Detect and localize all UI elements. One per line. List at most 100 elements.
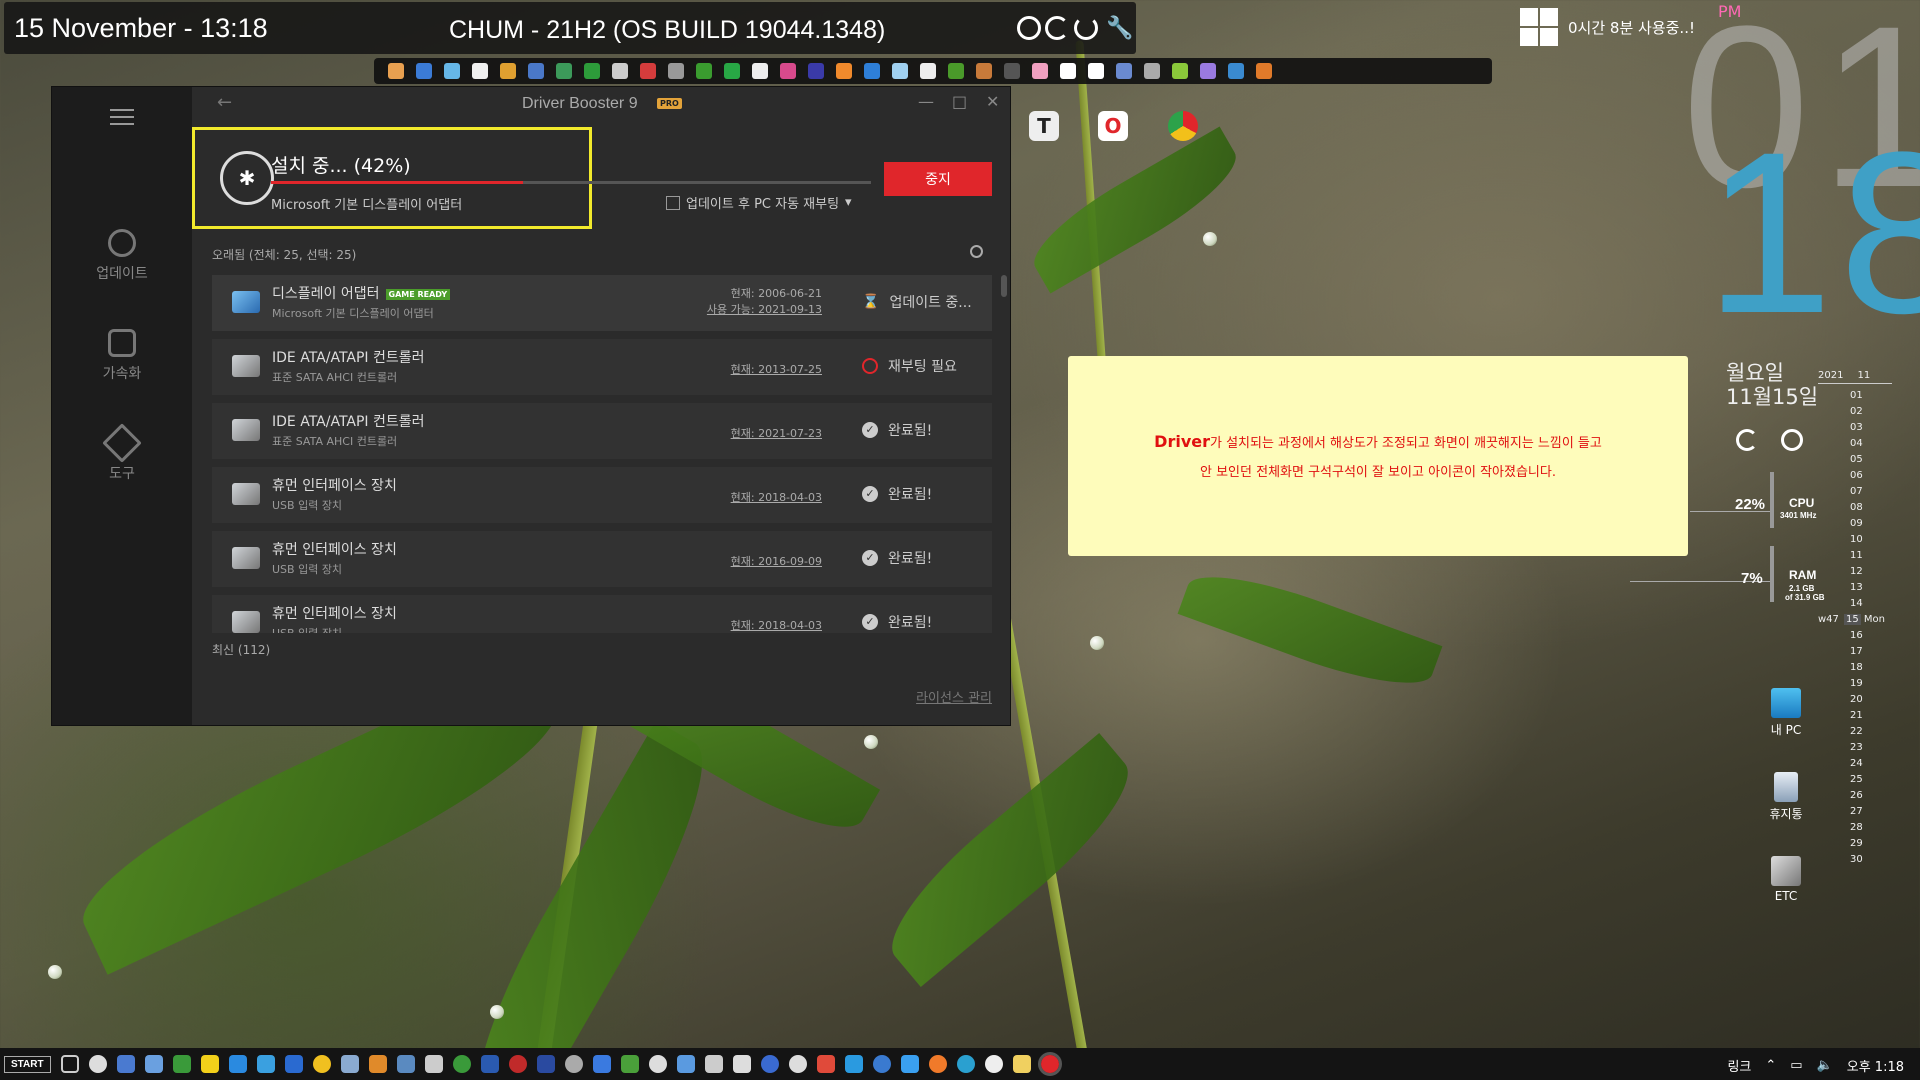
- info-icon[interactable]: [1017, 16, 1041, 40]
- app-icon[interactable]: [1256, 63, 1272, 79]
- app-icon[interactable]: [956, 1055, 975, 1073]
- wrench-icon[interactable]: 🔧: [1106, 16, 1133, 41]
- driver-row[interactable]: 휴먼 인터페이스 장치 USB 입력 장치 현재: 2018-04-03 ✓ 완료…: [212, 467, 992, 523]
- auto-reboot-checkbox[interactable]: [666, 195, 680, 210]
- app-icon[interactable]: [696, 63, 712, 79]
- app-icon[interactable]: [648, 1055, 667, 1073]
- app-icon[interactable]: [612, 63, 628, 79]
- app-icon[interactable]: [480, 1055, 499, 1073]
- shutdown-icon[interactable]: [1781, 429, 1803, 451]
- network-icon[interactable]: ▭: [1790, 1058, 1802, 1073]
- refresh-icon[interactable]: [1045, 16, 1069, 40]
- app-icon[interactable]: [556, 63, 572, 79]
- current-date[interactable]: 현재: 2013-07-25: [731, 361, 822, 377]
- task-view-icon[interactable]: [60, 1055, 79, 1073]
- available-date[interactable]: 사용 가능: 2021-09-13: [707, 302, 822, 318]
- scrollbar-thumb[interactable]: [1001, 275, 1007, 297]
- driver-row[interactable]: IDE ATA/ATAPI 컨트롤러 표준 SATA AHCI 컨트롤러 현재:…: [212, 339, 992, 395]
- app-icon[interactable]: [760, 1055, 779, 1073]
- start-button[interactable]: START: [4, 1055, 51, 1073]
- app-icon[interactable]: [620, 1055, 639, 1073]
- app-icon[interactable]: [500, 63, 516, 79]
- license-link[interactable]: 라이선스 관리: [916, 687, 992, 706]
- hamburger-menu-icon[interactable]: [110, 109, 134, 130]
- app-icon[interactable]: [1172, 63, 1188, 79]
- opera-icon[interactable]: O: [1098, 111, 1128, 141]
- app-icon[interactable]: [836, 63, 852, 79]
- app-icon[interactable]: [200, 1055, 219, 1073]
- app-icon[interactable]: [172, 1055, 191, 1073]
- app-icon[interactable]: [732, 1055, 751, 1073]
- app-icon[interactable]: [788, 1055, 807, 1073]
- current-date[interactable]: 현재: 2018-04-03: [731, 617, 822, 633]
- links-toolbar[interactable]: 링크: [1727, 1056, 1751, 1075]
- chevron-up-icon[interactable]: ⌃: [1765, 1058, 1776, 1073]
- app-icon[interactable]: [864, 63, 880, 79]
- chevron-down-icon[interactable]: ▾: [845, 195, 852, 210]
- back-arrow-icon[interactable]: ←: [217, 92, 232, 113]
- app-icon[interactable]: [256, 1055, 275, 1073]
- app-icon[interactable]: [340, 1055, 359, 1073]
- chrome-icon[interactable]: [1168, 111, 1198, 141]
- app-icon[interactable]: [1116, 63, 1132, 79]
- app-icon[interactable]: [284, 1055, 303, 1073]
- app-icon[interactable]: [844, 1055, 863, 1073]
- app-icon[interactable]: [668, 63, 684, 79]
- app-icon[interactable]: [928, 1055, 947, 1073]
- app-icon[interactable]: [444, 63, 460, 79]
- latest-header[interactable]: 최신 (112): [212, 641, 270, 658]
- app-icon[interactable]: [564, 1055, 583, 1073]
- app-icon[interactable]: [1200, 63, 1216, 79]
- nav-update[interactable]: 업데이트: [52, 229, 192, 283]
- app-icon[interactable]: [920, 63, 936, 79]
- app-icon[interactable]: [676, 1055, 695, 1073]
- app-icon[interactable]: [892, 63, 908, 79]
- app-icon[interactable]: [808, 63, 824, 79]
- app-icon[interactable]: [528, 63, 544, 79]
- app-icon[interactable]: [780, 63, 796, 79]
- clock[interactable]: 오후 1:18: [1847, 1056, 1904, 1075]
- app-icon[interactable]: [816, 1055, 835, 1073]
- app-icon[interactable]: [508, 1055, 527, 1073]
- app-icon[interactable]: [1144, 63, 1160, 79]
- restart-icon[interactable]: [1736, 429, 1758, 451]
- app-icon[interactable]: [592, 1055, 611, 1073]
- volume-icon[interactable]: 🔈: [1817, 1058, 1833, 1073]
- power-icon[interactable]: [1074, 16, 1098, 40]
- app-icon[interactable]: [948, 63, 964, 79]
- app-icon[interactable]: [1032, 63, 1048, 79]
- app-icon[interactable]: [900, 1055, 919, 1073]
- search-icon[interactable]: [970, 245, 983, 258]
- driver-row[interactable]: 디스플레이 어댑터 GAME READY Microsoft 기본 디스플레이 어…: [212, 275, 992, 331]
- app-icon[interactable]: [752, 63, 768, 79]
- driver-booster-task-icon[interactable]: [1037, 1052, 1062, 1076]
- maximize-icon[interactable]: □: [952, 92, 967, 111]
- app-icon[interactable]: [368, 1055, 387, 1073]
- my-pc-shortcut[interactable]: 내 PC: [1756, 688, 1816, 738]
- app-icon[interactable]: [116, 1055, 135, 1073]
- app-icon[interactable]: [416, 63, 432, 79]
- current-date[interactable]: 현재: 2016-09-09: [731, 553, 822, 569]
- app-icon[interactable]: [1012, 1055, 1031, 1073]
- nav-boost[interactable]: 가속화: [52, 329, 192, 383]
- app-icon[interactable]: [424, 1055, 443, 1073]
- app-icon[interactable]: [312, 1055, 331, 1073]
- auto-reboot-option[interactable]: 업데이트 후 PC 자동 재부팅 ▾: [666, 193, 852, 212]
- driver-row[interactable]: 휴먼 인터페이스 장치 USB 입력 장치 현재: 2018-04-03 ✓ 완료…: [212, 595, 992, 633]
- app-icon[interactable]: [872, 1055, 891, 1073]
- settings-icon[interactable]: [88, 1055, 107, 1073]
- app-icon[interactable]: [1004, 63, 1020, 79]
- app-icon[interactable]: [388, 63, 404, 79]
- typora-icon[interactable]: T: [1029, 111, 1059, 141]
- minimize-icon[interactable]: —: [918, 92, 934, 111]
- stop-button[interactable]: 중지: [884, 162, 992, 196]
- app-icon[interactable]: [1088, 63, 1104, 79]
- driver-row[interactable]: 휴먼 인터페이스 장치 USB 입력 장치 현재: 2016-09-09 ✓ 완료…: [212, 531, 992, 587]
- recycle-bin-shortcut[interactable]: 휴지통: [1756, 772, 1816, 822]
- app-icon[interactable]: [1228, 63, 1244, 79]
- app-icon[interactable]: [452, 1055, 471, 1073]
- app-icon[interactable]: [584, 63, 600, 79]
- app-icon[interactable]: [1060, 63, 1076, 79]
- sticky-note[interactable]: Driver가 설치되는 과정에서 해상도가 조정되고 화면이 깨끗해지는 느낌…: [1068, 356, 1688, 556]
- etc-shortcut[interactable]: ETC: [1756, 856, 1816, 903]
